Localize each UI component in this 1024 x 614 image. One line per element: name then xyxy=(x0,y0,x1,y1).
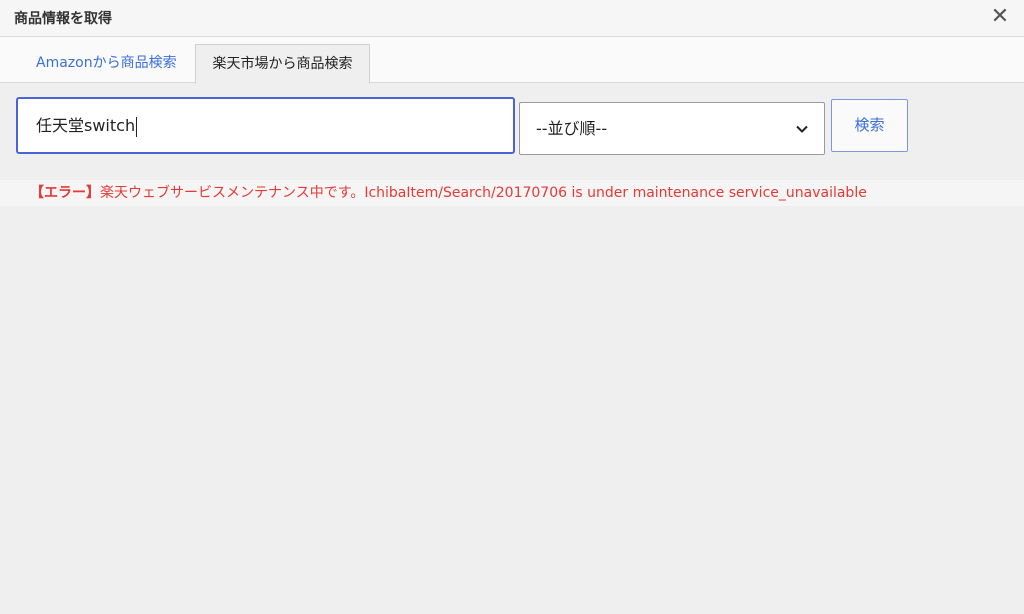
text-caret xyxy=(136,116,138,137)
tab-amazon-search[interactable]: Amazonから商品検索 xyxy=(28,44,185,84)
close-icon[interactable]: ✕ xyxy=(988,4,1012,30)
sort-order-select[interactable]: --並び順-- xyxy=(519,102,825,155)
tab-rakuten-search[interactable]: 楽天市場から商品検索 xyxy=(195,44,370,84)
product-info-dialog: 商品情報を取得 ✕ Amazonから商品検索 楽天市場から商品検索 任天堂swi… xyxy=(0,0,1024,614)
search-input-value: 任天堂switch xyxy=(36,116,136,135)
search-button[interactable]: 検索 xyxy=(831,99,908,152)
error-label: 【エラー】 xyxy=(30,185,100,201)
search-input[interactable]: 任天堂switch xyxy=(16,97,515,154)
dialog-title: 商品情報を取得 xyxy=(14,11,112,27)
error-text: 楽天ウェブサービスメンテナンス中です。IchibaItem/Search/201… xyxy=(100,185,867,201)
error-message: 【エラー】楽天ウェブサービスメンテナンス中です。IchibaItem/Searc… xyxy=(0,180,1024,206)
dialog-titlebar: 商品情報を取得 ✕ xyxy=(0,0,1024,37)
sort-order-selected: --並び順-- xyxy=(536,119,608,138)
chevron-down-icon xyxy=(796,125,808,133)
tab-bar: Amazonから商品検索 楽天市場から商品検索 xyxy=(0,37,1024,84)
